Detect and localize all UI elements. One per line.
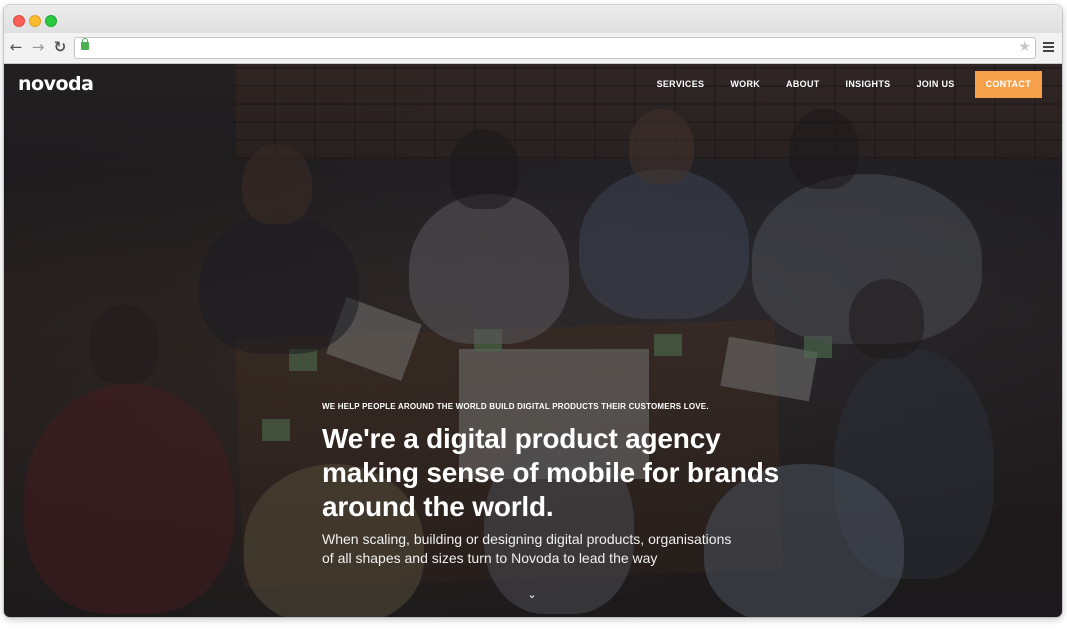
chevron-down-icon[interactable]: ⌄: [526, 588, 538, 601]
contact-button[interactable]: CONTACT: [974, 71, 1042, 98]
nav-item-work[interactable]: WORK: [717, 71, 773, 98]
close-window-button[interactable]: [13, 15, 25, 27]
lock-icon: [81, 38, 89, 50]
nav-item-join-us[interactable]: JOIN US: [903, 71, 967, 98]
hero-content: WE HELP PEOPLE AROUND THE WORLD BUILD DI…: [322, 402, 802, 568]
hamburger-menu-icon[interactable]: [1043, 42, 1054, 52]
arrow-right-icon[interactable]: →: [29, 37, 47, 57]
nav-item-insights[interactable]: INSIGHTS: [833, 71, 904, 98]
hero-subheadline: When scaling, building or designing digi…: [322, 531, 732, 566]
main-nav: SERVICES WORK ABOUT INSIGHTS JOIN US CON…: [644, 71, 1042, 98]
hero-headline: We're a digital product agency making se…: [322, 423, 780, 522]
arrow-left-icon[interactable]: ←: [7, 37, 25, 57]
maximize-window-button[interactable]: [45, 15, 57, 27]
nav-item-services[interactable]: SERVICES: [644, 71, 718, 98]
page-viewport: novoda SERVICES WORK ABOUT INSIGHTS JOIN…: [4, 64, 1062, 617]
nav-item-about[interactable]: ABOUT: [773, 71, 833, 98]
address-bar[interactable]: ★: [74, 37, 1036, 59]
minimize-window-button[interactable]: [29, 15, 41, 27]
browser-window: ← → ↻ ★ novoda SERVICES WORK ABOUT INSIG…: [4, 5, 1062, 617]
reload-icon[interactable]: ↻: [51, 37, 69, 57]
site-logo[interactable]: novoda: [18, 73, 94, 95]
star-icon[interactable]: ★: [1018, 39, 1031, 55]
hero-eyebrow: WE HELP PEOPLE AROUND THE WORLD BUILD DI…: [322, 402, 709, 411]
browser-titlebar: [4, 5, 1062, 33]
browser-toolbar: ← → ↻ ★: [4, 33, 1062, 64]
